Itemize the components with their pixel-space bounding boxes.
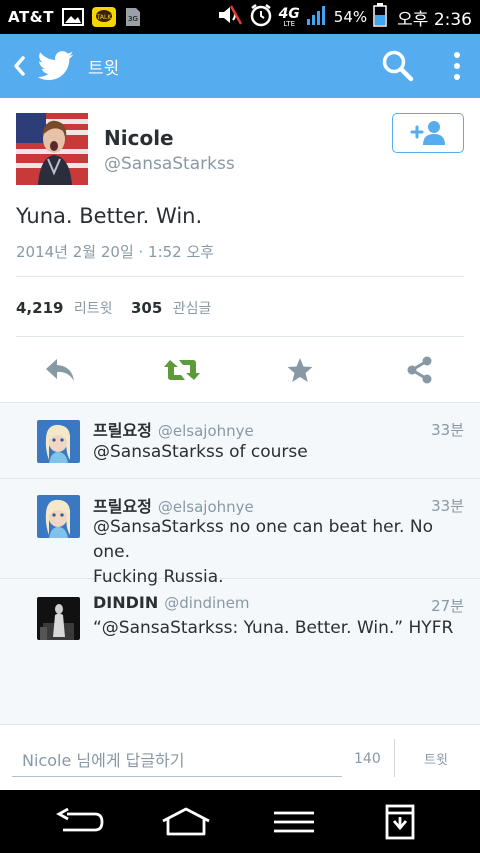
- tweet-send-button[interactable]: 트윗: [400, 739, 472, 777]
- nav-download-button[interactable]: [374, 803, 426, 841]
- back-icon: [56, 808, 104, 832]
- avatar[interactable]: [37, 495, 80, 538]
- avatar[interactable]: [16, 113, 88, 185]
- author-name[interactable]: Nicole: [104, 126, 174, 150]
- page-title: 트윗: [88, 58, 120, 79]
- reply-author-handle: @elsajohnye: [157, 498, 254, 516]
- battery-icon: [373, 3, 387, 31]
- nav-home-button[interactable]: [160, 803, 212, 841]
- reply-icon: [46, 359, 74, 381]
- divider: [16, 276, 464, 277]
- sim-icon: 3G: [124, 7, 142, 27]
- more-dot: [454, 63, 460, 69]
- overflow-menu-button[interactable]: [446, 48, 468, 84]
- reply-author[interactable]: 프릴요정 @elsajohnye: [93, 493, 254, 517]
- divider: [16, 336, 464, 337]
- reply-time: 33분: [431, 421, 464, 439]
- home-icon: [162, 807, 210, 836]
- more-dot: [454, 52, 460, 58]
- carrier-label: AT&T: [8, 8, 54, 26]
- reply-author-name: 프릴요정: [93, 421, 152, 440]
- image-icon: [62, 8, 84, 26]
- svg-text:3G: 3G: [128, 15, 138, 23]
- twitter-bird-icon[interactable]: [38, 46, 76, 86]
- alarm-icon: [249, 3, 273, 31]
- list-item[interactable]: 프릴요정 @elsajohnye 33분 @SansaStarkss no one…: [0, 479, 480, 587]
- reply-author[interactable]: DINDIN @dindinem: [93, 593, 249, 612]
- nav-menu-button[interactable]: [268, 803, 320, 841]
- favorite-button[interactable]: [284, 354, 316, 386]
- reply-input[interactable]: [12, 745, 342, 777]
- signal-icon: [306, 4, 328, 30]
- reply-author[interactable]: 프릴요정 @elsajohnye: [93, 417, 254, 441]
- back-button[interactable]: [4, 34, 34, 98]
- char-counter: 140: [354, 751, 381, 767]
- share-icon: [407, 356, 432, 384]
- retweet-icon: [164, 360, 200, 380]
- status-bar: AT&T TALK 3G 4G LTE 54% 오후 2:36: [0, 0, 480, 34]
- reply-author-handle: @dindinem: [164, 594, 250, 612]
- reply-text: “@SansaStarkss: Yuna. Better. Win.” HYFR: [93, 618, 454, 638]
- system-nav-bar: [0, 790, 480, 853]
- reply-time: 27분: [431, 597, 464, 615]
- reply-time: 33분: [431, 497, 464, 515]
- add-user-icon: [410, 121, 445, 145]
- divider: [394, 739, 395, 777]
- search-button[interactable]: [380, 48, 416, 84]
- retweet-button[interactable]: [162, 354, 202, 386]
- retweets-label[interactable]: 리트윗: [74, 301, 113, 317]
- tweet-actions: [0, 338, 480, 402]
- avatar[interactable]: [37, 420, 80, 463]
- reply-compose-bar: 140 트윗: [0, 724, 480, 790]
- replies-list: 프릴요정 @elsajohnye 33분 @SansaStarkss of cou…: [0, 402, 480, 652]
- avatar[interactable]: [37, 597, 80, 640]
- tweet-stats: 4,219 리트윗 305 관심글: [16, 298, 211, 318]
- reply-text-line: @SansaStarkss no one can beat her. No on…: [93, 517, 433, 562]
- kakaotalk-icon: TALK: [92, 7, 116, 27]
- menu-icon: [274, 811, 314, 833]
- app-bar: 트윗: [0, 34, 480, 98]
- author-handle[interactable]: @SansaStarkss: [104, 154, 235, 174]
- chevron-left-icon: [14, 56, 25, 76]
- reply-text: @SansaStarkss of course: [93, 442, 308, 462]
- download-icon: [385, 804, 415, 840]
- reply-author-name: DINDIN: [93, 593, 159, 612]
- favorites-label[interactable]: 관심글: [173, 301, 212, 317]
- tweet-text: Yuna. Better. Win.: [16, 204, 203, 228]
- search-icon: [382, 50, 414, 82]
- follow-button[interactable]: [392, 113, 464, 153]
- share-button[interactable]: [404, 354, 436, 386]
- reply-author-handle: @elsajohnye: [157, 422, 254, 440]
- list-item[interactable]: DINDIN @dindinem 27분 “@SansaStarkss: Yuna…: [0, 579, 480, 653]
- tweet-detail: Nicole @SansaStarkss Yuna. Better. Win. …: [0, 98, 480, 402]
- network-label: 4G LTE: [278, 5, 300, 28]
- retweets-count[interactable]: 4,219: [16, 299, 63, 317]
- tweet-timestamp: 2014년 2월 20일 · 1:52 오후: [16, 243, 215, 261]
- nav-back-button[interactable]: [54, 803, 106, 841]
- reply-author-name: 프릴요정: [93, 497, 152, 516]
- favorite-icon: [287, 358, 313, 382]
- battery-percent: 54%: [333, 8, 368, 26]
- clock: 오후 2:36: [397, 9, 472, 30]
- svg-text:TALK: TALK: [96, 14, 113, 21]
- list-item[interactable]: 프릴요정 @elsajohnye 33분 @SansaStarkss of cou…: [0, 403, 480, 479]
- empty-area: [0, 652, 480, 724]
- favorites-count[interactable]: 305: [131, 299, 162, 317]
- mute-icon: [217, 4, 243, 30]
- more-dot: [454, 74, 460, 80]
- reply-button[interactable]: [44, 354, 76, 386]
